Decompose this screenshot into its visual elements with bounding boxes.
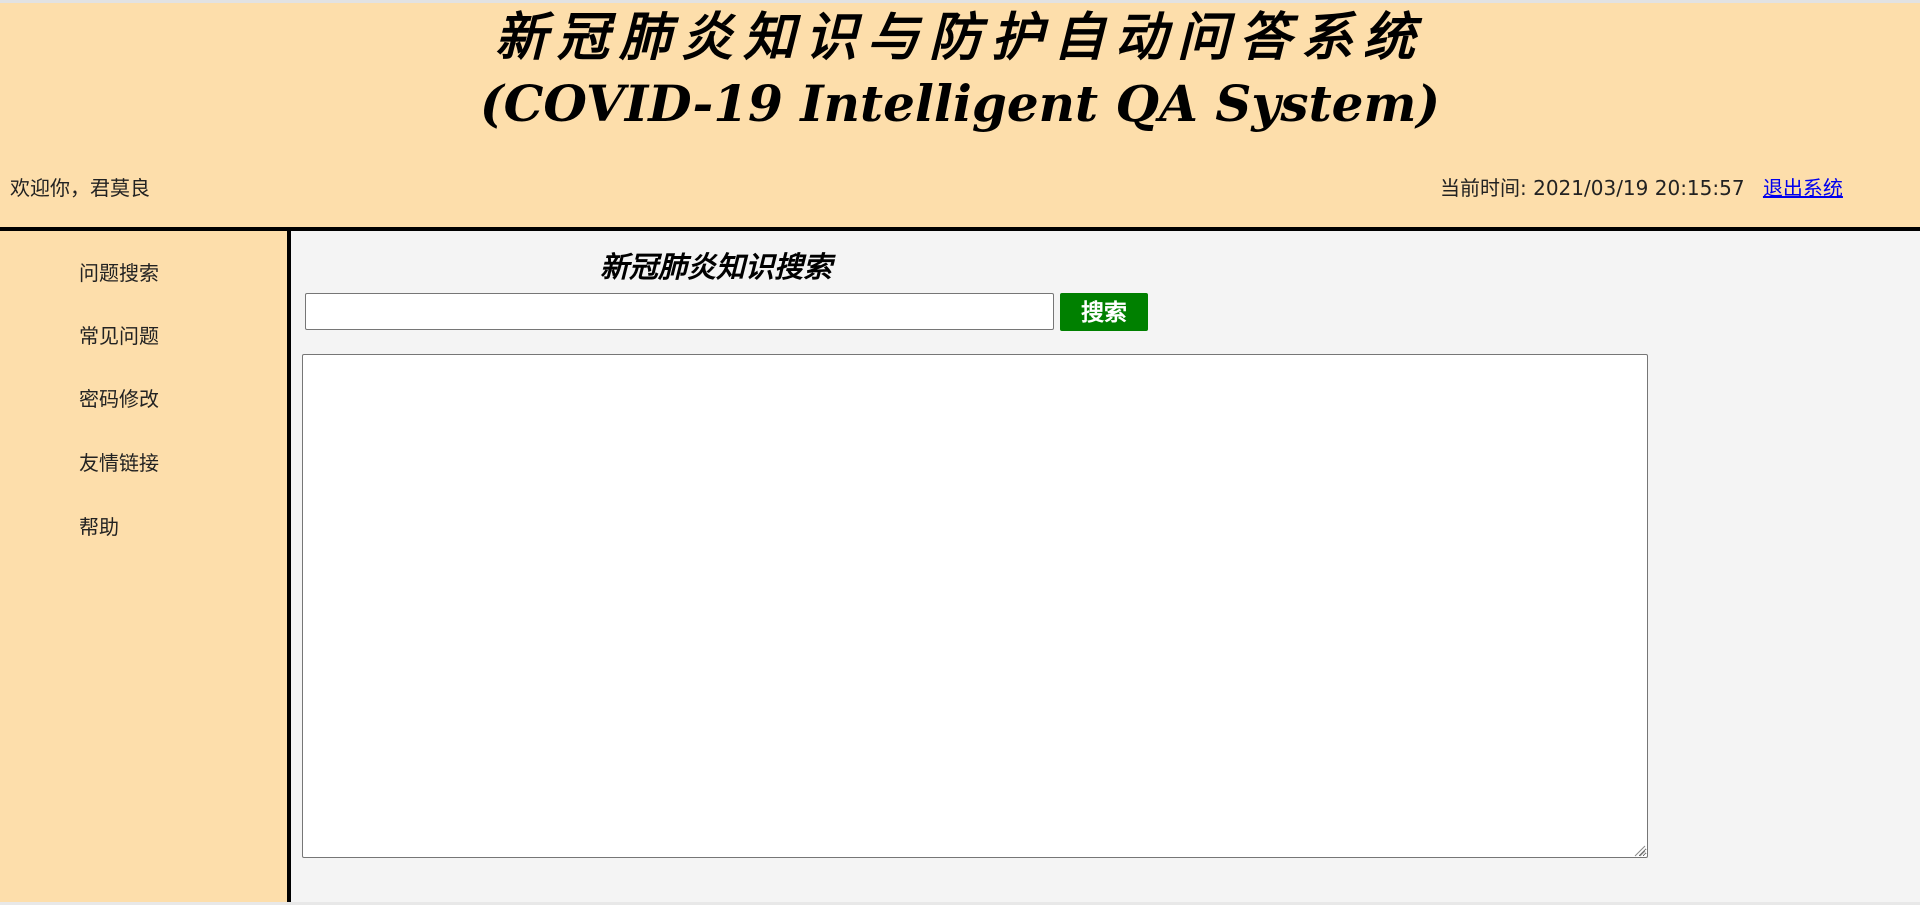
sidebar-item-friendly-links[interactable]: 友情链接 [79, 449, 159, 477]
sidebar-item-help[interactable]: 帮助 [79, 513, 119, 541]
search-title: 新冠肺炎知识搜索 [600, 250, 833, 284]
sidebar-item-question-search[interactable]: 问题搜索 [79, 259, 159, 287]
logout-link[interactable]: 退出系统 [1763, 176, 1843, 200]
clock-area: 当前时间: 2021/03/19 20:15:57 退出系统 [1440, 174, 1843, 202]
app-window: 新冠肺炎知识与防护自动问答系统 (COVID-19 Intelligent QA… [0, 0, 1920, 905]
header-banner: 新冠肺炎知识与防护自动问答系统 (COVID-19 Intelligent QA… [0, 3, 1920, 227]
clock-label: 当前时间: [1440, 176, 1534, 200]
sidebar-item-password-change[interactable]: 密码修改 [79, 385, 159, 413]
sidebar-item-faq[interactable]: 常见问题 [79, 322, 159, 350]
clock-value: 2021/03/19 20:15:57 [1533, 176, 1745, 200]
answer-textarea[interactable] [302, 354, 1648, 858]
welcome-text: 欢迎你，君莫良 [10, 176, 150, 200]
search-button[interactable]: 搜索 [1060, 293, 1148, 331]
system-title: 新冠肺炎知识与防护自动问答系统 [494, 7, 1425, 68]
system-subtitle: (COVID-19 Intelligent QA System) [479, 74, 1441, 133]
search-input[interactable] [305, 293, 1054, 330]
